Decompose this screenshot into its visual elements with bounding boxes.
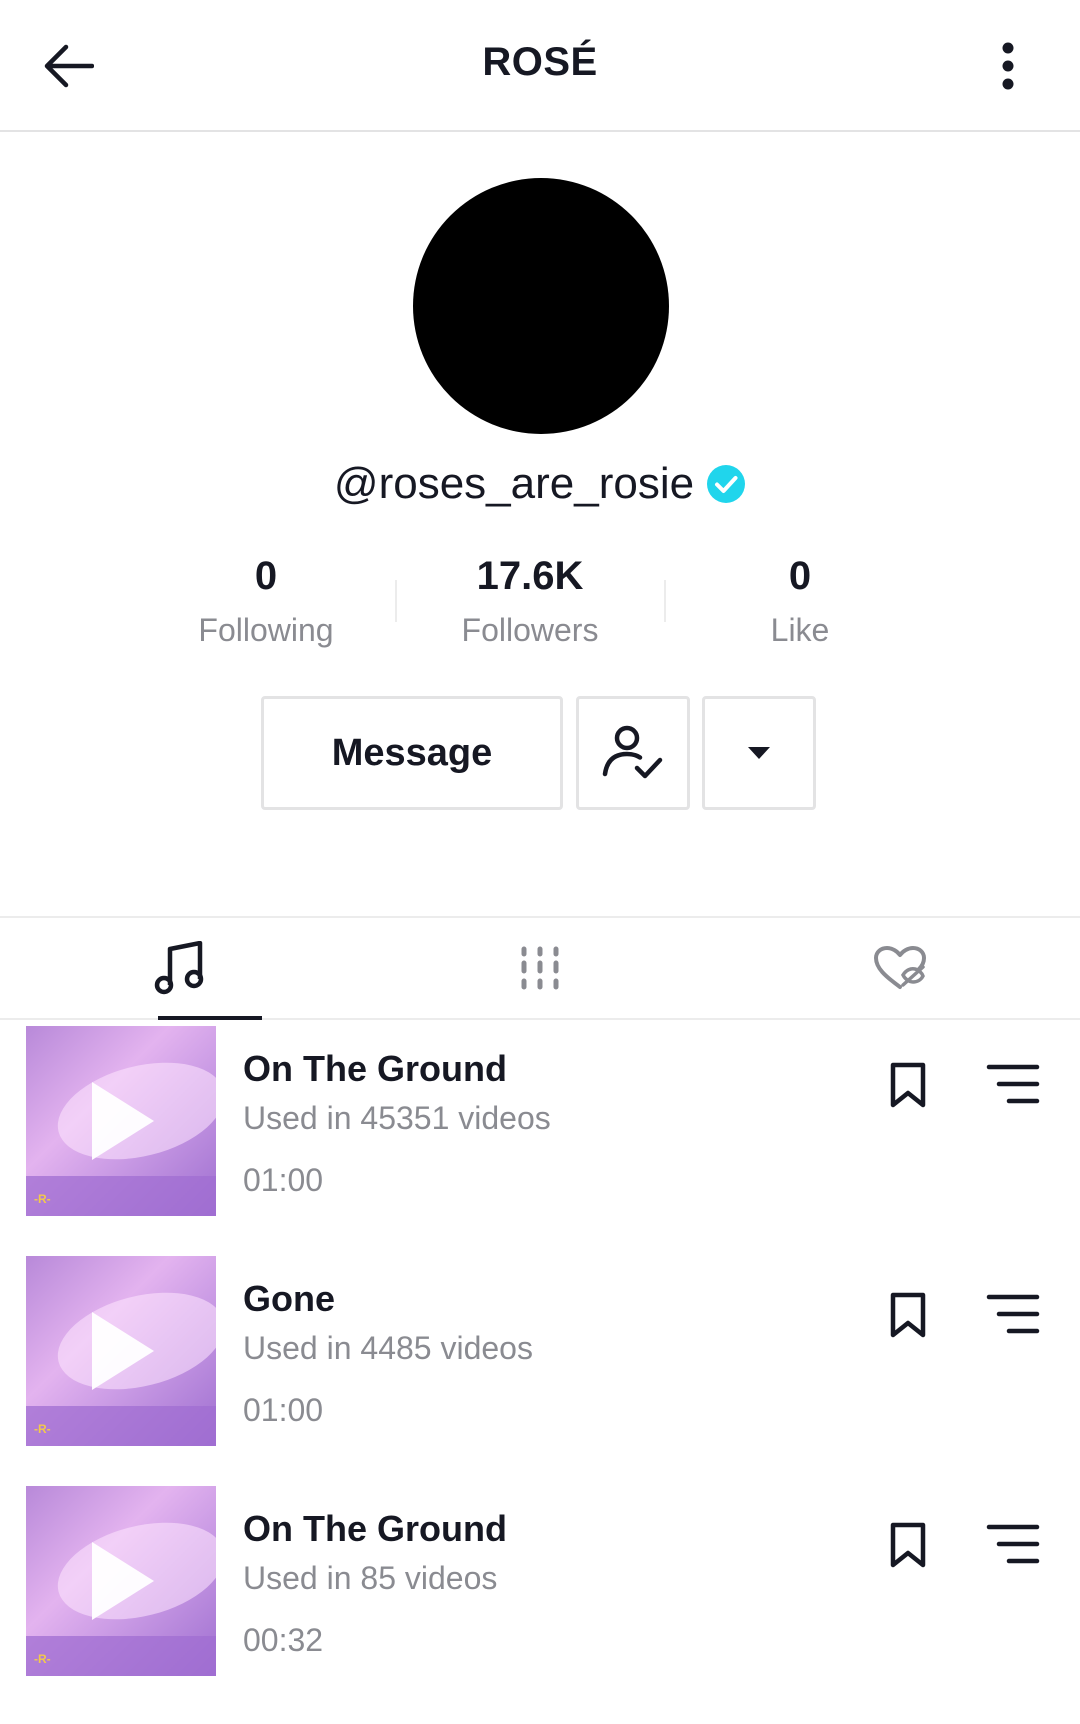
tab-videos[interactable] xyxy=(390,918,690,1018)
sound-usage-count: Used in 4485 videos xyxy=(243,1330,533,1366)
sound-cover[interactable]: -R- xyxy=(26,1026,216,1216)
likes-count: 0 xyxy=(788,554,812,598)
profile-actions: Message xyxy=(0,696,1080,810)
grid-icon xyxy=(521,946,559,990)
stat-divider xyxy=(395,580,397,622)
more-options-button[interactable] xyxy=(984,34,1032,98)
sound-title: On The Ground xyxy=(243,1508,507,1549)
play-icon xyxy=(92,1312,154,1390)
bookmark-icon xyxy=(890,1522,926,1568)
stat-divider xyxy=(664,580,666,622)
cover-art xyxy=(26,1406,216,1446)
active-tab-indicator xyxy=(158,1016,262,1020)
following-label: Following xyxy=(198,612,334,648)
bookmark-icon xyxy=(890,1062,926,1108)
sound-item[interactable]: -R- Gone Used in 4485 videos 01:00 xyxy=(0,1256,1080,1446)
tab-sounds[interactable] xyxy=(30,918,330,1020)
stat-likes[interactable]: 0 Like xyxy=(670,550,930,654)
sound-title: On The Ground xyxy=(243,1048,507,1089)
sound-title: Gone xyxy=(243,1278,336,1319)
sound-cover[interactable]: -R- xyxy=(26,1486,216,1676)
liked-hidden-icon xyxy=(874,946,926,989)
profile-screen: ROSÉ @roses_are_rosie 0 Following 17.6K … xyxy=(0,0,1080,1724)
username-row: @roses_are_rosie xyxy=(0,454,1080,514)
bookmark-icon xyxy=(890,1292,926,1338)
sound-duration: 01:00 xyxy=(243,1392,324,1428)
following-status-button[interactable] xyxy=(576,696,690,810)
sound-duration: 00:32 xyxy=(243,1622,324,1658)
sound-item[interactable]: -R- On The Ground Used in 85 videos 00:3… xyxy=(0,1486,1080,1676)
cover-watermark: -R- xyxy=(34,1422,51,1436)
likes-label: Like xyxy=(770,612,830,648)
bookmark-button[interactable] xyxy=(882,1516,934,1574)
music-note-icon xyxy=(154,941,204,995)
bookmark-button[interactable] xyxy=(882,1056,934,1114)
avatar[interactable] xyxy=(413,178,669,434)
menu-lines-icon xyxy=(986,1524,1040,1564)
sound-options-button[interactable] xyxy=(982,1058,1044,1110)
sound-options-button[interactable] xyxy=(982,1288,1044,1340)
cover-art xyxy=(26,1176,216,1216)
page-title: ROSÉ xyxy=(482,40,598,84)
play-icon xyxy=(92,1542,154,1620)
sound-options-button[interactable] xyxy=(982,1518,1044,1570)
sound-duration: 01:00 xyxy=(243,1162,324,1198)
tab-liked[interactable] xyxy=(750,918,1050,1018)
user-check-icon xyxy=(602,725,663,779)
sound-usage-count: Used in 45351 videos xyxy=(243,1100,551,1136)
play-icon xyxy=(92,1082,154,1160)
stat-following[interactable]: 0 Following xyxy=(136,550,396,654)
sound-usage-count: Used in 85 videos xyxy=(243,1560,498,1596)
more-vertical-icon xyxy=(1002,42,1014,90)
followers-label: Followers xyxy=(461,612,599,648)
username: @roses_are_rosie xyxy=(333,459,695,508)
profile-stats: 0 Following 17.6K Followers 0 Like xyxy=(0,550,1080,660)
menu-lines-icon xyxy=(986,1294,1040,1334)
message-button[interactable]: Message xyxy=(261,696,563,810)
following-count: 0 xyxy=(254,554,278,598)
menu-lines-icon xyxy=(986,1064,1040,1104)
cover-watermark: -R- xyxy=(34,1192,51,1206)
top-bar: ROSÉ xyxy=(0,0,1080,132)
content-tabs xyxy=(0,916,1080,1020)
bookmark-button[interactable] xyxy=(882,1286,934,1344)
stat-followers[interactable]: 17.6K Followers xyxy=(400,550,660,654)
cover-watermark: -R- xyxy=(34,1652,51,1666)
verified-badge-icon xyxy=(707,465,746,503)
suggestions-dropdown-button[interactable] xyxy=(702,696,816,810)
cover-art xyxy=(26,1636,216,1676)
sound-item[interactable]: -R- On The Ground Used in 45351 videos 0… xyxy=(0,1026,1080,1216)
followers-count: 17.6K xyxy=(476,554,584,598)
sound-cover[interactable]: -R- xyxy=(26,1256,216,1446)
caret-down-icon xyxy=(748,747,770,759)
